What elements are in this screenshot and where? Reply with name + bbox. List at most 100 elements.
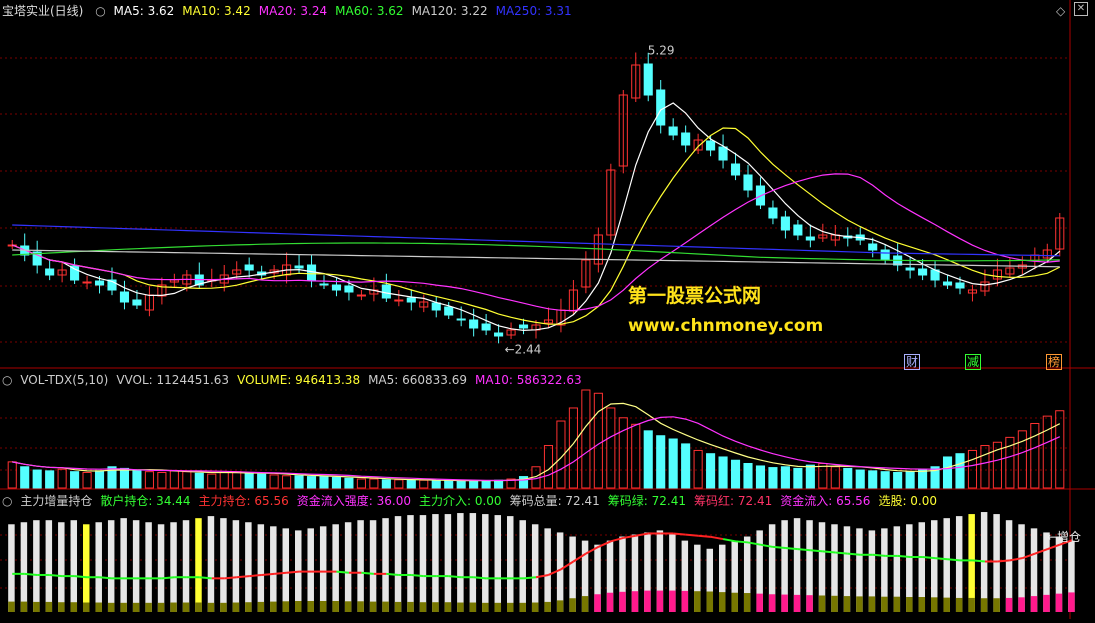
indicator-inner-bar (8, 601, 15, 612)
indicator-bar (95, 522, 102, 612)
collapse-icon[interactable]: ○ (2, 494, 12, 508)
volume-bar (755, 465, 766, 489)
indicator-bar (319, 526, 327, 612)
indicator-inner-bar (344, 601, 352, 612)
holding-line (274, 571, 287, 575)
indicator-inner-bar (619, 591, 626, 612)
candle-body (668, 126, 678, 136)
candle-body (244, 264, 254, 271)
volume-header: ○ VOL-TDX(5,10) VVOL: 1124451.63 VOLUME: 9… (2, 372, 598, 388)
ma-label-0: MA5: 3.62 (113, 4, 175, 18)
candle-body (743, 174, 753, 191)
indicator-inner-bar (107, 602, 115, 612)
indicator-inner-bar (656, 590, 664, 612)
candle-body (780, 216, 790, 231)
indicator-inner-bar (793, 594, 801, 612)
indicator-bar (207, 516, 215, 612)
indicator-inner-bar (394, 601, 402, 612)
holding-line (673, 532, 686, 536)
tag-0[interactable]: 财 (904, 354, 921, 370)
indicator-inner-bar (157, 602, 165, 612)
indicator-bar (145, 522, 152, 612)
indicator-inner-bar (531, 602, 539, 612)
collapse-icon[interactable]: ○ (95, 4, 105, 18)
indicator-bar (332, 524, 339, 612)
ma-label-5: MA250: 3.31 (495, 4, 572, 18)
volume-bar (880, 471, 890, 489)
volume-bar (818, 463, 828, 489)
volume-bar (1042, 415, 1052, 489)
ma-label-3: MA60: 3.62 (335, 4, 404, 18)
holding-line (710, 535, 724, 541)
volume-bar (282, 475, 292, 489)
indicator-inner-bar (743, 593, 751, 612)
volume-bar (157, 471, 167, 489)
indicator-inner-bar (980, 598, 988, 612)
indicator-inner-bar (644, 590, 651, 612)
indicator-bar (70, 520, 78, 612)
ind-label-2: 主力持仓: 65.56 (198, 494, 289, 508)
candle-body (481, 323, 491, 331)
indicator-bar (282, 528, 290, 612)
indicator-bar (8, 524, 15, 612)
indicator-legend: 主力增量持仓 散户持仓: 34.44 主力持仓: 65.56 资金流入强度: 36.0… (20, 494, 945, 508)
candle-body (955, 282, 965, 289)
volume-bar (431, 480, 441, 489)
indicator-bar (170, 522, 177, 612)
ind-label-5: 筹码总量: 72.41 (509, 494, 600, 508)
collapse-icon[interactable]: ○ (2, 373, 12, 387)
indicator-inner-bar (507, 602, 514, 612)
candle-body (381, 284, 391, 299)
volume-bar (656, 435, 666, 489)
vol-label-4: MA10: 586322.63 (475, 373, 582, 387)
indicator-inner-bar (581, 596, 589, 612)
volume-bar (369, 478, 379, 489)
chart-canvas[interactable]: 5.29 ←2.44 ←增仓 (0, 0, 1095, 619)
volume-bar (893, 471, 903, 489)
candle-body (356, 294, 366, 297)
candle-body (730, 163, 741, 176)
indicator-bar (556, 532, 564, 612)
candle-body (294, 265, 304, 269)
indicator-bar (220, 518, 227, 612)
volume-bar (905, 471, 915, 489)
candle-body (319, 283, 329, 286)
candle-body (132, 299, 142, 306)
indicator-inner-bar (207, 602, 215, 612)
indicator-inner-bar (145, 602, 152, 612)
candle-body (394, 299, 404, 302)
indicator-bar (270, 526, 277, 612)
holding-line (99, 576, 113, 580)
tag-1[interactable]: 减 (965, 354, 982, 370)
holding-line (685, 533, 699, 537)
diamond-icon[interactable]: ◇ (1056, 4, 1065, 18)
ind-label-4: 主力介入: 0.00 (418, 494, 502, 508)
indicator-bar (58, 522, 65, 612)
vol-label-2: VOLUME: 946413.38 (237, 373, 361, 387)
holding-line (161, 576, 175, 580)
volume-bar (706, 453, 716, 489)
ind-label-8: 资金流入: 65.56 (780, 494, 871, 508)
indicator-bar (33, 520, 40, 612)
tag-2[interactable]: 榜 (1046, 354, 1063, 370)
volume-bar (406, 479, 416, 489)
indicator-bar (457, 513, 464, 612)
volume-bar (793, 467, 803, 489)
candle-body (456, 318, 466, 321)
holding-line (261, 572, 275, 576)
indicator-header: ○ 主力增量持仓 散户持仓: 34.44 主力持仓: 65.56 资金流入强度: 36… (2, 493, 953, 509)
indicator-inner-bar (931, 597, 938, 612)
low-annotation: ←2.44 (505, 342, 542, 356)
candle-body (518, 324, 529, 329)
holding-line (249, 573, 262, 578)
close-icon[interactable]: ✕ (1074, 2, 1088, 16)
volume-bar (668, 438, 678, 489)
holding-line (922, 556, 936, 560)
indicator-inner-bar (544, 601, 551, 612)
indicator-bar (45, 520, 53, 612)
candle-body (918, 268, 928, 276)
volume-bar (780, 466, 790, 489)
volume-bar (169, 470, 179, 489)
ma250-line (12, 224, 1060, 257)
candle-body (656, 89, 666, 126)
